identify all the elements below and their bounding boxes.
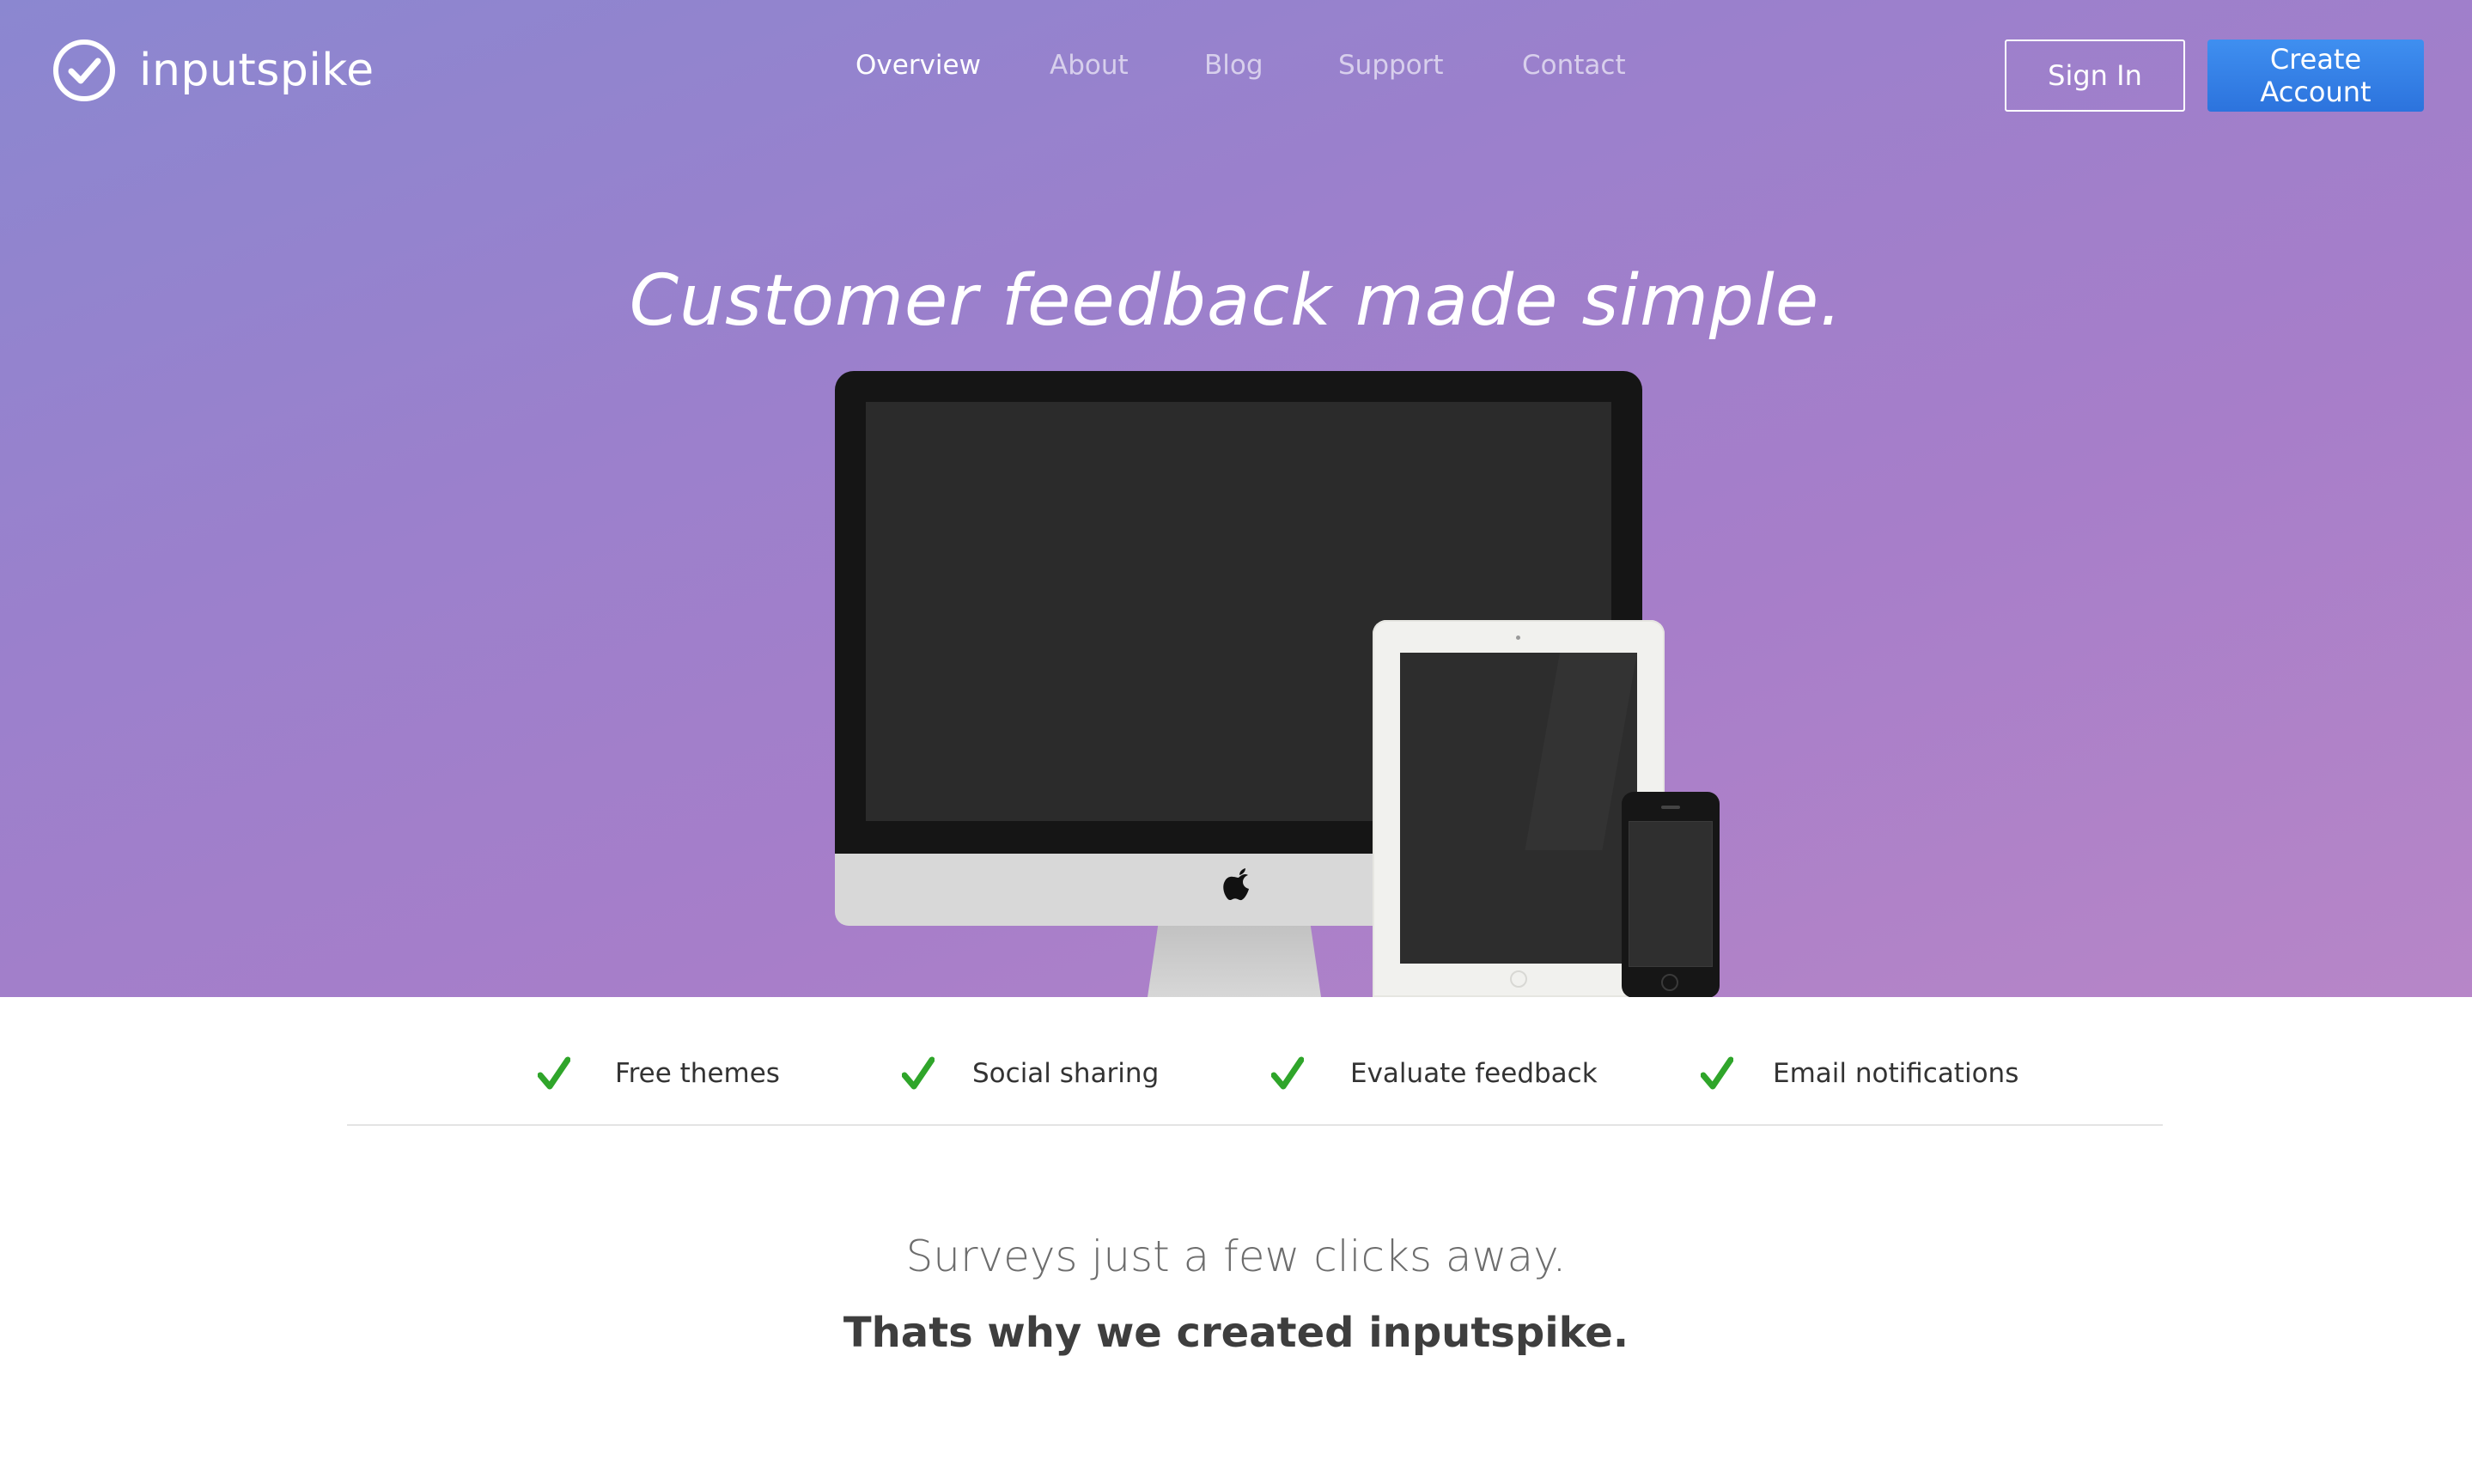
devices-illustration: [0, 0, 2472, 997]
check-icon: [538, 1056, 570, 1090]
features-row: Free themes Social sharing Evaluate feed…: [0, 997, 2472, 1126]
iphone-home-button: [1661, 974, 1678, 991]
intro-tagline: Surveys just a few clicks away.: [905, 1231, 1567, 1281]
iphone-speaker: [1661, 806, 1680, 809]
hero-section: inputspike Overview About Blog Support C…: [0, 0, 2472, 997]
ipad-home-button: [1510, 970, 1527, 988]
feature-item: Free themes: [538, 1052, 780, 1095]
intro-subtag: Thats why we created inputspike.: [843, 1309, 1629, 1357]
ipad-camera: [1516, 636, 1520, 640]
check-icon: [1701, 1056, 1733, 1090]
feature-label: Evaluate feedback: [1350, 1058, 1598, 1089]
feature-label: Email notifications: [1773, 1058, 2019, 1089]
iphone-screen: [1629, 821, 1713, 967]
ipad-screen: [1400, 653, 1637, 964]
section-divider: [347, 1124, 2163, 1126]
apple-logo-icon: [1223, 868, 1249, 901]
check-icon: [1271, 1056, 1304, 1090]
check-icon: [902, 1056, 935, 1090]
feature-label: Free themes: [615, 1058, 780, 1089]
feature-item: Social sharing: [902, 1052, 1159, 1095]
imac-stand: [1148, 926, 1321, 997]
feature-item: Email notifications: [1701, 1052, 2018, 1095]
feature-item: Evaluate feedback: [1271, 1052, 1598, 1095]
feature-label: Social sharing: [972, 1058, 1160, 1089]
